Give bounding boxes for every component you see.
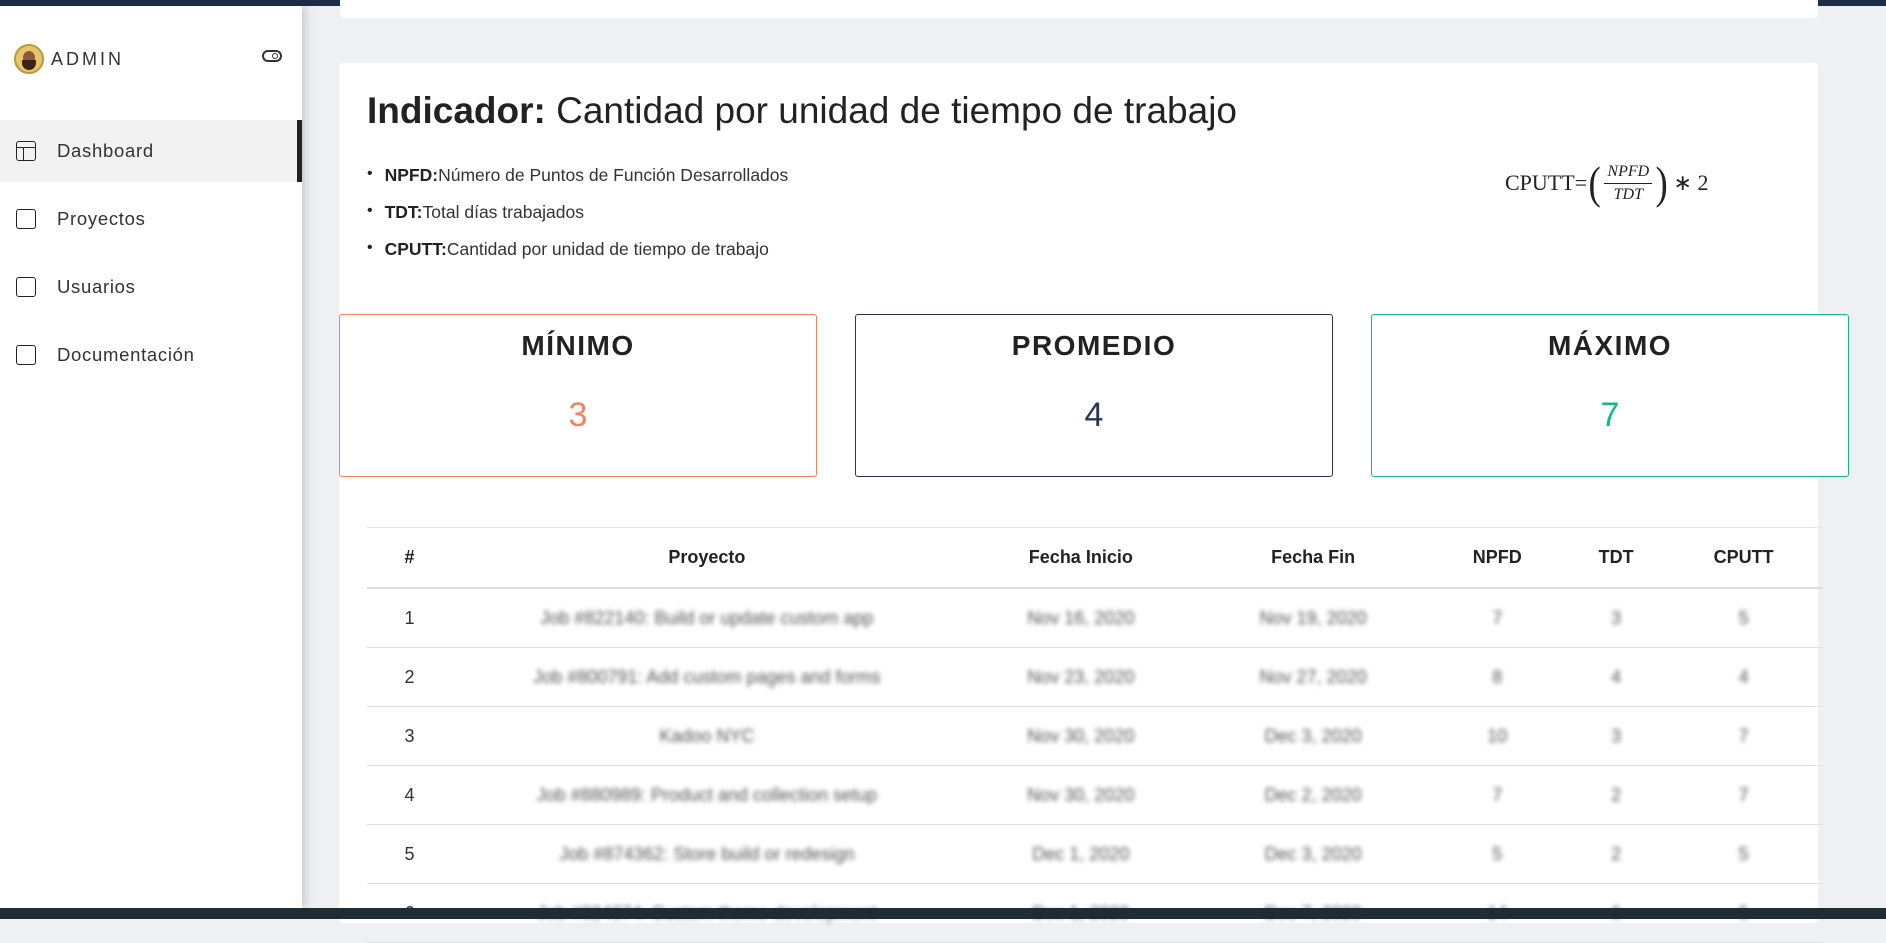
definition-term: TDT: — [384, 202, 423, 222]
table-cell: Job #880989: Product and collection setu… — [451, 765, 962, 825]
column-header[interactable]: NPFD — [1426, 527, 1569, 589]
table-cell: 7 — [1664, 706, 1823, 766]
table-cell: Dec 1, 2020 — [961, 824, 1200, 884]
column-header[interactable]: # — [367, 527, 452, 589]
column-header[interactable]: Fecha Inicio — [961, 527, 1200, 589]
table-cell: 2 — [1568, 824, 1665, 884]
table-row[interactable]: 2 Job #800791: Add custom pages and form… — [367, 647, 1823, 707]
formula-denominator: TDT — [1613, 185, 1643, 203]
formula-numerator: NPFD — [1604, 163, 1653, 184]
column-header[interactable]: TDT — [1568, 527, 1665, 589]
stat-label: PROMEDIO — [1011, 330, 1177, 361]
definition-item: CPUTT:Cantidad por unidad de tiempo de t… — [367, 239, 788, 276]
table-row[interactable]: 1 Job #822140: Build or update custom ap… — [367, 588, 1823, 648]
square-icon — [16, 345, 36, 365]
sidebar-item-label: Dashboard — [57, 140, 154, 161]
definition-item: NPFD: Número de Puntos de Función Desarr… — [367, 165, 789, 202]
table-cell: Nov 16, 2020 — [961, 588, 1200, 648]
stat-value: 4 — [1084, 396, 1104, 434]
table-cell: Nov 30, 2020 — [961, 706, 1200, 766]
table-cell: 3 — [367, 706, 452, 766]
sidebar-item-label: Proyectos — [57, 208, 146, 229]
table-cell: Job #874362: Store build or redesign — [451, 824, 962, 884]
table-cell: Job #822140: Build or update custom app — [451, 588, 962, 648]
taskbar — [0, 908, 1886, 919]
table-cell: Dec 3, 2020 — [1199, 706, 1427, 766]
indicator-card: Indicador: Cantidad por unidad de tiempo… — [339, 63, 1849, 943]
square-icon — [16, 209, 36, 229]
table-cell: 4 — [1664, 647, 1823, 707]
table-cell: 5 — [367, 824, 452, 884]
stat-value: 7 — [1600, 396, 1620, 434]
sidebar-item-dashboard[interactable]: Dashboard — [0, 120, 302, 182]
sidebar-item-label: Documentación — [57, 344, 195, 365]
table-cell: Kadoo NYC — [451, 706, 962, 766]
table-cell: 3 — [1568, 588, 1665, 648]
table-cell: Nov 30, 2020 — [961, 765, 1200, 825]
table-cell: 10 — [1426, 706, 1569, 766]
sidebar-item-label: Usuarios — [57, 276, 136, 297]
stat-label: MÁXIMO — [1547, 330, 1673, 361]
brand-label: ADMIN — [51, 48, 124, 69]
table-cell: 5 — [1664, 824, 1823, 884]
table-cell: 7 — [1426, 588, 1569, 648]
previous-card-edge — [340, 0, 1818, 18]
definition-text: Total días trabajados — [422, 202, 585, 222]
definition-item: TDT:Total días trabajados — [367, 202, 788, 239]
definition-text: Cantidad por unidad de tiempo de trabajo — [446, 239, 769, 259]
stat-label: MÍNIMO — [521, 330, 635, 361]
table-cell: 7 — [1664, 765, 1823, 825]
stat-card-max: MÁXIMO 7 — [1371, 314, 1849, 477]
definition-term: CPUTT: — [384, 239, 447, 259]
brand[interactable]: ADMIN — [14, 44, 124, 74]
table-cell: 2 — [1568, 765, 1665, 825]
table-cell: Nov 23, 2020 — [961, 647, 1200, 707]
formula-multiplier: ∗ 2 — [1673, 170, 1709, 195]
stat-card-avg: PROMEDIO 4 — [855, 314, 1333, 477]
table-cell: Nov 19, 2020 — [1199, 588, 1427, 648]
title-label: Indicador: — [367, 90, 546, 131]
definition-term: NPFD: — [384, 165, 439, 185]
table-cell: 5 — [1664, 588, 1823, 648]
formula: CPUTT= ( NPFD TDT ) ∗ 2 — [1505, 157, 1709, 208]
column-header[interactable]: Fecha Fin — [1199, 527, 1427, 589]
table-cell: 1 — [367, 588, 452, 648]
table-cell: Dec 2, 2020 — [1199, 765, 1427, 825]
table-cell: 8 — [1426, 647, 1569, 707]
table-row[interactable]: 4 Job #880989: Product and collection se… — [367, 765, 1823, 825]
title-text: Cantidad por unidad de tiempo de trabajo — [556, 90, 1237, 131]
square-icon — [16, 277, 36, 297]
definitions-list: NPFD: Número de Puntos de Función Desarr… — [367, 165, 789, 276]
table-cell: 7 — [1426, 765, 1569, 825]
table-cell: Dec 3, 2020 — [1199, 824, 1427, 884]
table-cell: 5 — [1426, 824, 1569, 884]
definition-text: Número de Puntos de Función Desarrollado… — [438, 165, 789, 185]
page-title: Indicador: Cantidad por unidad de tiempo… — [367, 90, 1237, 132]
formula-lhs: CPUTT= — [1505, 170, 1588, 195]
sidebar-item-proyectos[interactable]: Proyectos — [0, 188, 302, 250]
column-header[interactable]: CPUTT — [1664, 527, 1823, 589]
sidebar-item-documentacion[interactable]: Documentación — [0, 324, 302, 386]
table-cell: Job #800791: Add custom pages and forms — [451, 647, 962, 707]
stat-value: 3 — [568, 396, 588, 434]
table-cell: 3 — [1568, 706, 1665, 766]
layout-icon — [16, 141, 36, 161]
sidebar-toggle-icon[interactable] — [262, 50, 282, 62]
sidebar: ADMIN Dashboard Proyectos Usuarios Docum… — [0, 6, 302, 908]
stat-card-min: MÍNIMO 3 — [339, 314, 817, 477]
table-cell: 4 — [367, 765, 452, 825]
sidebar-item-usuarios[interactable]: Usuarios — [0, 256, 302, 318]
table-row[interactable]: 3 Kadoo NYC Nov 30, 2020 Dec 3, 2020 10 … — [367, 706, 1823, 766]
column-header[interactable]: Proyecto — [451, 527, 962, 589]
avatar — [14, 44, 44, 74]
table-header-row: # Proyecto Fecha Inicio Fecha Fin NPFD T… — [367, 527, 1823, 589]
table-cell: 4 — [1568, 647, 1665, 707]
table-cell: 2 — [367, 647, 452, 707]
table-cell: Nov 27, 2020 — [1199, 647, 1427, 707]
table-row[interactable]: 5 Job #874362: Store build or redesign D… — [367, 824, 1823, 884]
formula-fraction: NPFD TDT — [1604, 163, 1653, 204]
projects-table: # Proyecto Fecha Inicio Fecha Fin NPFD T… — [367, 527, 1823, 943]
